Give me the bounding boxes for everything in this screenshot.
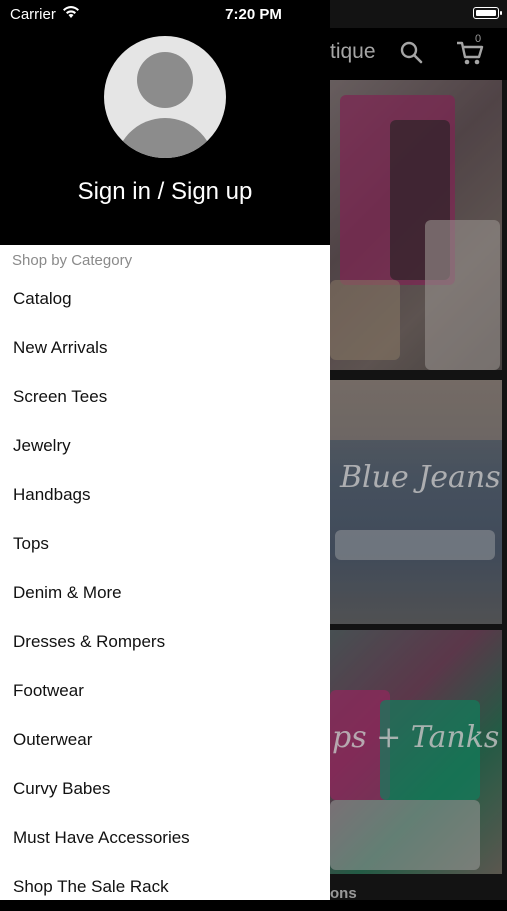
side-drawer: Sign in / Sign up Shop by Category Catal… [0, 0, 330, 900]
category-item-screen-tees[interactable]: Screen Tees [0, 372, 330, 421]
category-item-catalog[interactable]: Catalog [0, 274, 330, 323]
sign-in-button[interactable]: Sign in / Sign up [0, 178, 330, 206]
category-item-handbags[interactable]: Handbags [0, 470, 330, 519]
category-item-outerwear[interactable]: Outerwear [0, 715, 330, 764]
category-item-sale-rack[interactable]: Shop The Sale Rack [0, 862, 330, 911]
category-item-must-have-accessories[interactable]: Must Have Accessories [0, 813, 330, 862]
category-item-footwear[interactable]: Footwear [0, 666, 330, 715]
clock: 7:20 PM [225, 6, 282, 23]
avatar[interactable] [104, 36, 226, 158]
battery-icon [473, 7, 502, 19]
category-list: Catalog New Arrivals Screen Tees Jewelry… [0, 274, 330, 911]
person-icon [137, 52, 193, 108]
category-item-dresses-rompers[interactable]: Dresses & Rompers [0, 617, 330, 666]
category-item-curvy-babes[interactable]: Curvy Babes [0, 764, 330, 813]
status-bar: Carrier 7:20 PM [0, 0, 507, 28]
category-item-tops[interactable]: Tops [0, 519, 330, 568]
category-item-new-arrivals[interactable]: New Arrivals [0, 323, 330, 372]
category-item-denim[interactable]: Denim & More [0, 568, 330, 617]
drawer-header: Sign in / Sign up [0, 0, 330, 245]
category-item-jewelry[interactable]: Jewelry [0, 421, 330, 470]
shop-by-category-heading: Shop by Category [12, 252, 133, 269]
